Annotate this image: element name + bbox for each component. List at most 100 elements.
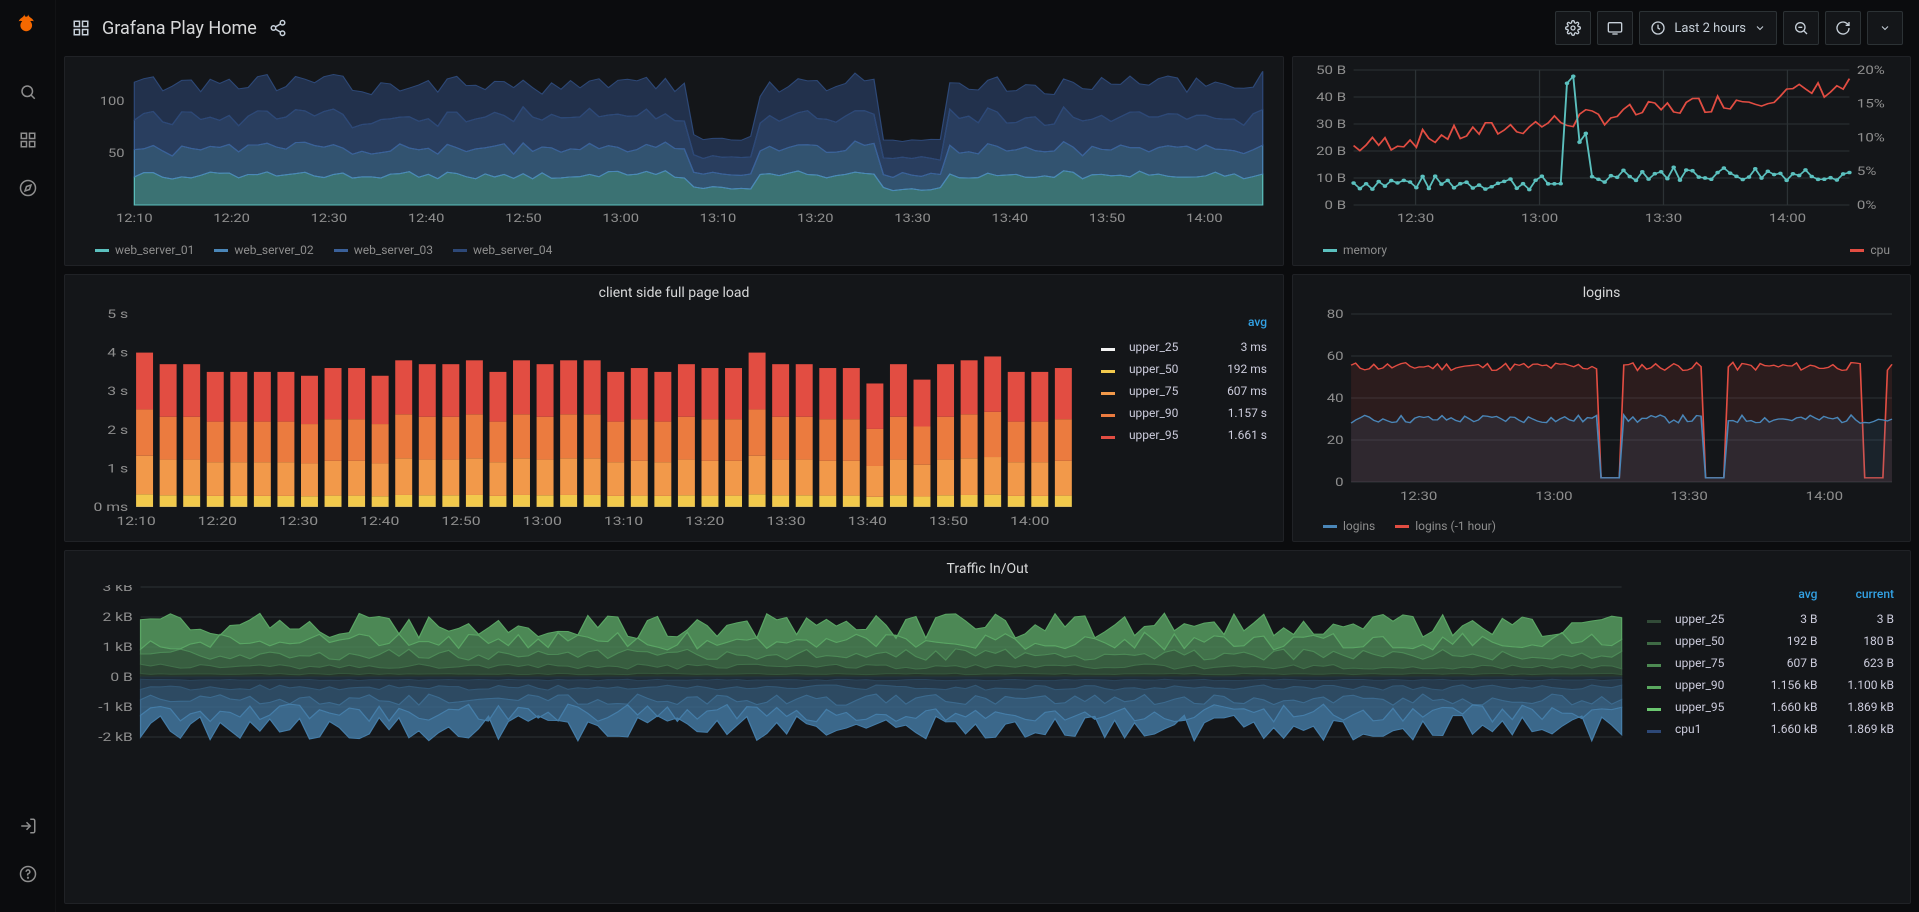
svg-text:1 s: 1 s [107,462,128,476]
svg-text:12:30: 12:30 [311,212,348,225]
legend-row[interactable]: cpu11.660 kB1.869 kB [1634,719,1900,739]
legend-row[interactable]: upper_951.660 kB1.869 kB [1634,697,1900,717]
panel-title: logins [1301,285,1902,301]
svg-text:14:00: 14:00 [1806,489,1843,503]
svg-text:1 kB: 1 kB [103,641,133,655]
svg-text:13:40: 13:40 [848,515,887,529]
search-icon[interactable] [10,74,46,110]
svg-text:14:00: 14:00 [1769,211,1806,225]
panel-title: Traffic In/Out [73,561,1902,577]
svg-text:12:50: 12:50 [441,515,480,529]
sidebar [0,0,56,912]
svg-text:12:50: 12:50 [505,212,542,225]
svg-text:0 ms: 0 ms [93,501,128,515]
svg-text:12:40: 12:40 [360,515,399,529]
legend-web-servers: web_server_01 web_server_02 web_server_03 w… [73,237,1275,257]
svg-text:20: 20 [1327,433,1344,447]
topbar: Grafana Play Home Last 2 hours [56,0,1919,56]
svg-text:12:30: 12:30 [1397,211,1434,225]
svg-text:-1 kB: -1 kB [98,701,133,715]
legend-row[interactable]: upper_901.157 s [1087,403,1273,423]
settings-button[interactable] [1555,11,1591,45]
svg-text:3 kB: 3 kB [103,585,133,594]
svg-text:13:10: 13:10 [604,515,643,529]
legend-item[interactable]: web_server_01 [95,243,194,257]
legend-row[interactable]: upper_901.156 kB1.100 kB [1634,675,1900,695]
panel-web-servers[interactable]: 5010012:1012:2012:3012:4012:5013:0013:10… [64,56,1284,266]
svg-text:15%: 15% [1857,97,1885,111]
svg-text:0%: 0% [1857,198,1876,212]
legend-row[interactable]: upper_75607 ms [1087,381,1273,401]
panel-logins[interactable]: logins 02040608012:3013:0013:3014:00 log… [1292,274,1911,542]
svg-text:100: 100 [100,95,125,108]
svg-text:12:10: 12:10 [116,515,155,529]
svg-text:13:30: 13:30 [766,515,805,529]
panel-memory-cpu[interactable]: 0 B10 B20 B30 B40 B50 B0%5%10%15%20%12:3… [1292,56,1911,266]
signin-icon[interactable] [10,808,46,844]
explore-icon[interactable] [10,170,46,206]
panel-title: client side full page load [73,285,1275,301]
svg-text:80: 80 [1327,309,1344,322]
svg-text:13:30: 13:30 [1645,211,1682,225]
svg-text:0: 0 [1335,475,1343,489]
svg-text:40 B: 40 B [1316,90,1346,104]
panel-page-load[interactable]: client side full page load 0 ms 1 s 2 s 3 s… [64,274,1284,542]
legend-row[interactable]: upper_50192 ms [1087,359,1273,379]
refresh-button[interactable] [1825,11,1861,45]
legend-row[interactable]: upper_50192 B180 B [1634,631,1900,651]
legend-logins: logins logins (-1 hour) [1301,513,1902,533]
svg-text:13:00: 13:00 [602,212,639,225]
panel-grid-icon[interactable] [72,19,90,37]
svg-text:13:50: 13:50 [1089,212,1126,225]
legend-item[interactable]: web_server_02 [214,243,313,257]
legend-item[interactable]: web_server_04 [453,243,552,257]
share-icon[interactable] [269,19,287,37]
legend-row[interactable]: upper_253 ms [1087,337,1273,357]
svg-text:14:00: 14:00 [1010,515,1049,529]
svg-text:3 s: 3 s [107,385,128,399]
time-range-picker[interactable]: Last 2 hours [1639,11,1777,45]
svg-text:13:00: 13:00 [1535,489,1572,503]
legend-label: cpu [1870,243,1890,257]
grafana-logo-icon[interactable] [10,8,46,44]
legend-memory-cpu: memory cpu [1301,237,1902,257]
svg-text:12:20: 12:20 [213,212,250,225]
svg-text:4 s: 4 s [107,346,128,360]
tv-mode-button[interactable] [1597,11,1633,45]
svg-text:50 B: 50 B [1316,65,1346,78]
legend-label: memory [1343,243,1387,257]
legend-item[interactable]: logins [1323,519,1375,533]
page-title[interactable]: Grafana Play Home [102,18,257,39]
svg-text:12:20: 12:20 [198,515,237,529]
legend-item[interactable]: web_server_03 [334,243,433,257]
svg-text:14:00: 14:00 [1186,212,1223,225]
svg-text:5%: 5% [1857,165,1876,179]
zoom-out-button[interactable] [1783,11,1819,45]
svg-text:20 B: 20 B [1316,144,1346,158]
dashboards-icon[interactable] [10,122,46,158]
svg-text:2 s: 2 s [107,424,128,438]
svg-text:2 kB: 2 kB [103,611,133,625]
refresh-interval-button[interactable] [1867,11,1903,45]
legend-item[interactable]: logins (-1 hour) [1395,519,1496,533]
svg-text:13:30: 13:30 [1670,489,1707,503]
legend-row[interactable]: upper_75607 B623 B [1634,653,1900,673]
panel-traffic[interactable]: Traffic In/Out -2 kB-1 kB0 B1 kB2 kB3 kB… [64,550,1911,904]
chevron-down-icon [1754,22,1766,34]
svg-text:20%: 20% [1857,65,1885,78]
dashboard-content: 50 100 12:10 12:20 12:30 12:40 12:50 13:00 13:10… [56,56,1919,912]
legend-row[interactable]: upper_951.661 s [1087,425,1273,445]
svg-text:12:30: 12:30 [279,515,318,529]
svg-text:60: 60 [1327,349,1344,363]
legend-traffic: avgcurrentupper_253 B3 Bupper_50192 B180… [1632,585,1902,741]
legend-row[interactable]: upper_253 B3 B [1634,609,1900,629]
svg-text:10%: 10% [1857,131,1885,145]
svg-text:0 B: 0 B [1325,198,1347,212]
svg-text:13:10: 13:10 [700,212,737,225]
svg-text:50: 50 [108,147,125,160]
help-icon[interactable] [10,856,46,892]
svg-text:30 B: 30 B [1316,117,1346,131]
svg-text:13:50: 13:50 [929,515,968,529]
svg-text:40: 40 [1327,391,1344,405]
svg-text:5 s: 5 s [107,309,128,321]
